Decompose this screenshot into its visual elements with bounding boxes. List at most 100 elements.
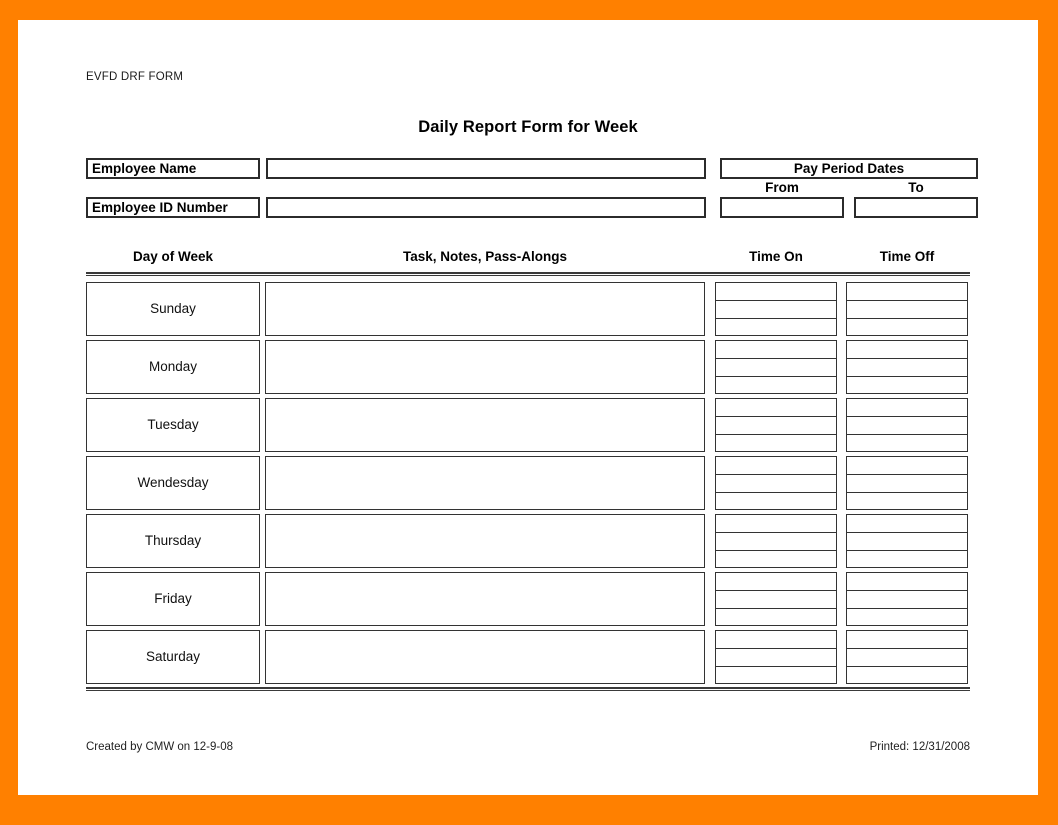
time-off-cell-group xyxy=(846,397,968,452)
time-on-cell-group xyxy=(715,397,837,452)
time-off-input[interactable] xyxy=(846,491,968,510)
time-off-cell-group xyxy=(846,513,968,568)
time-on-input[interactable] xyxy=(715,665,837,684)
table-row: Friday xyxy=(86,571,970,626)
time-off-input[interactable] xyxy=(846,357,968,376)
form-code-label: EVFD DRF FORM xyxy=(86,71,184,83)
time-off-cell-group xyxy=(846,455,968,510)
time-on-input[interactable] xyxy=(715,375,837,394)
pay-period-from-input[interactable] xyxy=(720,196,844,218)
task-notes-input[interactable] xyxy=(265,339,705,394)
time-off-input[interactable] xyxy=(846,665,968,684)
footer-created-text: Created by CMW on 12-9-08 xyxy=(86,741,234,753)
time-on-input[interactable] xyxy=(715,607,837,626)
pay-period-from-label: From xyxy=(765,179,799,195)
time-on-input[interactable] xyxy=(715,549,837,568)
time-off-input[interactable] xyxy=(846,531,968,550)
day-of-week-cell: Wendesday xyxy=(86,455,260,510)
task-notes-input[interactable] xyxy=(265,571,705,626)
time-off-cell-group xyxy=(846,571,968,626)
time-off-input[interactable] xyxy=(846,455,968,474)
orange-page-frame: EVFD DRF FORM Daily Report Form for Week… xyxy=(0,0,1058,825)
identity-block: Employee Name Employee ID Number Pay Per… xyxy=(86,157,978,220)
time-off-input[interactable] xyxy=(846,299,968,318)
time-on-input[interactable] xyxy=(715,473,837,492)
time-on-input[interactable] xyxy=(715,571,837,590)
time-off-input[interactable] xyxy=(846,375,968,394)
time-on-input[interactable] xyxy=(715,317,837,336)
time-off-input[interactable] xyxy=(846,549,968,568)
form-sheet: EVFD DRF FORM Daily Report Form for Week… xyxy=(18,20,1038,795)
time-on-input[interactable] xyxy=(715,433,837,452)
time-off-input[interactable] xyxy=(846,629,968,648)
time-on-cell-group xyxy=(715,281,837,336)
time-on-input[interactable] xyxy=(715,531,837,550)
day-of-week-cell: Friday xyxy=(86,571,260,626)
employee-name-input[interactable] xyxy=(266,157,706,179)
time-on-input[interactable] xyxy=(715,415,837,434)
time-off-cell-group xyxy=(846,339,968,394)
time-off-input[interactable] xyxy=(846,513,968,532)
column-header-task-notes: Task, Notes, Pass-Alongs xyxy=(402,248,568,264)
time-on-cell-group xyxy=(715,339,837,394)
pay-period-dates-header: Pay Period Dates xyxy=(720,157,978,179)
task-notes-input[interactable] xyxy=(265,455,705,510)
footer-printed-text: Printed: 12/31/2008 xyxy=(869,741,970,753)
column-header-time-off: Time Off xyxy=(879,248,935,264)
time-on-input[interactable] xyxy=(715,513,837,532)
time-on-input[interactable] xyxy=(715,397,837,416)
table-row: Monday xyxy=(86,339,970,394)
time-off-input[interactable] xyxy=(846,607,968,626)
table-row: Wendesday xyxy=(86,455,970,510)
pay-period-to-label: To xyxy=(908,179,924,195)
time-on-input[interactable] xyxy=(715,339,837,358)
time-on-input[interactable] xyxy=(715,629,837,648)
time-off-cell-group xyxy=(846,629,968,684)
time-on-input[interactable] xyxy=(715,491,837,510)
time-off-input[interactable] xyxy=(846,317,968,336)
time-on-input[interactable] xyxy=(715,455,837,474)
table-bottom-rule xyxy=(86,686,970,691)
table-row: Thursday xyxy=(86,513,970,568)
pay-period-to-input[interactable] xyxy=(854,196,978,218)
time-on-input[interactable] xyxy=(715,647,837,666)
time-off-input[interactable] xyxy=(846,473,968,492)
time-on-input[interactable] xyxy=(715,589,837,608)
time-off-input[interactable] xyxy=(846,415,968,434)
day-of-week-cell: Thursday xyxy=(86,513,260,568)
employee-id-input[interactable] xyxy=(266,196,706,218)
task-notes-input[interactable] xyxy=(265,513,705,568)
time-on-input[interactable] xyxy=(715,281,837,300)
table-row: Tuesday xyxy=(86,397,970,452)
time-on-cell-group xyxy=(715,629,837,684)
column-header-time-on: Time On xyxy=(749,248,803,264)
employee-id-label: Employee ID Number xyxy=(86,196,260,218)
weekly-report-table: Day of Week Task, Notes, Pass-Alongs Tim… xyxy=(86,249,970,691)
task-notes-input[interactable] xyxy=(265,629,705,684)
time-off-input[interactable] xyxy=(846,433,968,452)
task-notes-input[interactable] xyxy=(265,281,705,336)
employee-name-label: Employee Name xyxy=(86,157,260,179)
table-column-headers: Day of Week Task, Notes, Pass-Alongs Tim… xyxy=(86,249,970,269)
day-of-week-cell: Monday xyxy=(86,339,260,394)
time-off-input[interactable] xyxy=(846,397,968,416)
task-notes-input[interactable] xyxy=(265,397,705,452)
time-off-input[interactable] xyxy=(846,589,968,608)
time-on-cell-group xyxy=(715,513,837,568)
time-off-input[interactable] xyxy=(846,647,968,666)
page-title: Daily Report Form for Week xyxy=(418,117,638,136)
time-on-input[interactable] xyxy=(715,357,837,376)
column-header-day-of-week: Day of Week xyxy=(132,248,214,264)
time-on-cell-group xyxy=(715,571,837,626)
time-on-cell-group xyxy=(715,455,837,510)
table-row: Saturday xyxy=(86,629,970,684)
time-off-input[interactable] xyxy=(846,571,968,590)
time-off-input[interactable] xyxy=(846,281,968,300)
time-off-cell-group xyxy=(846,281,968,336)
time-off-input[interactable] xyxy=(846,339,968,358)
time-on-input[interactable] xyxy=(715,299,837,318)
footer: Created by CMW on 12-9-08 Printed: 12/31… xyxy=(86,741,970,753)
day-of-week-cell: Tuesday xyxy=(86,397,260,452)
table-row: Sunday xyxy=(86,281,970,336)
header-divider-rule xyxy=(86,271,970,276)
